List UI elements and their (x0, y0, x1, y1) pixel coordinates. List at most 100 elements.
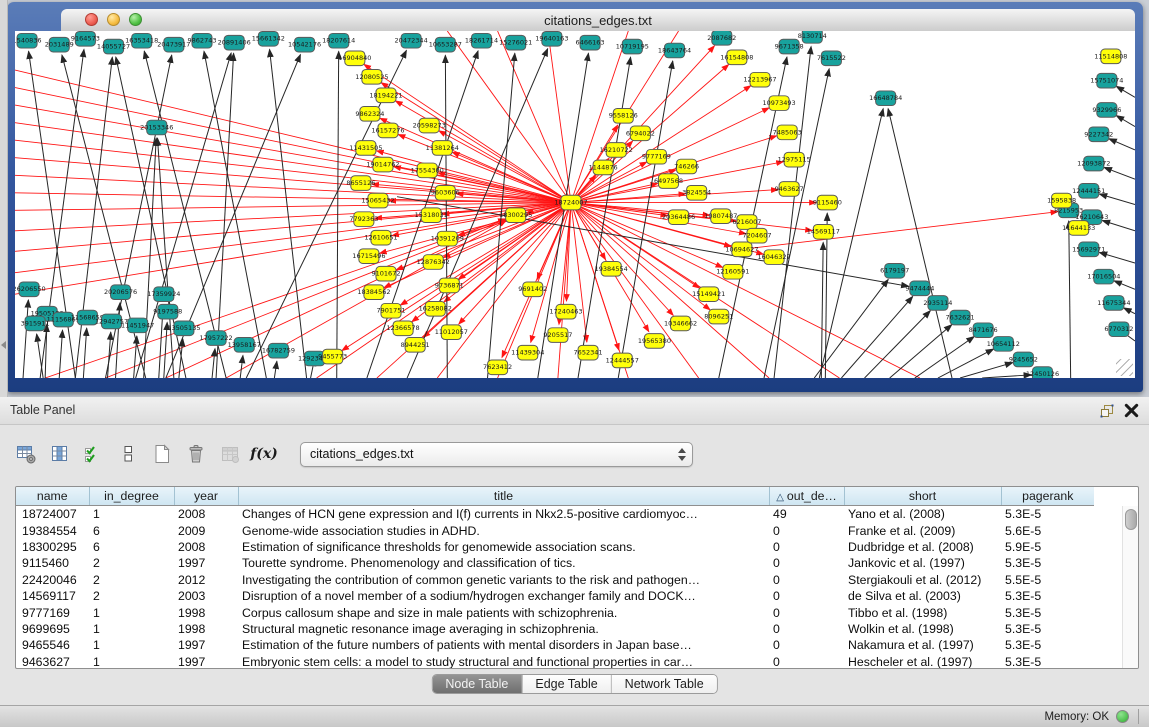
table-cell[interactable]: 1 (89, 637, 174, 653)
table-cell[interactable]: 14569117 (16, 588, 89, 604)
table-row[interactable]: 946554611997Estimation of the future num… (16, 637, 1094, 653)
table-cell[interactable]: 1 (89, 654, 174, 669)
table-cell[interactable]: Changes of HCN gene expression and I(f) … (238, 506, 769, 523)
table-cell[interactable]: 18300295 (16, 539, 89, 555)
table-cell[interactable]: Corpus callosum shape and size in male p… (238, 604, 769, 620)
table-cell[interactable]: 1 (89, 621, 174, 637)
column-header-out_de[interactable]: △out_de… (769, 487, 844, 506)
table-cell[interactable]: 9463627 (16, 654, 89, 669)
table-cell[interactable]: 1997 (174, 637, 238, 653)
row-selection-button[interactable] (114, 441, 142, 467)
table-cell[interactable]: 0 (769, 572, 844, 588)
table-cell[interactable]: Genome-wide association studies in ADHD. (238, 522, 769, 538)
table-row[interactable]: 969969511998Structural magnetic resonanc… (16, 621, 1094, 637)
table-cell[interactable]: Hescheler et al. (1997) (844, 654, 1001, 669)
table-cell[interactable]: 2008 (174, 506, 238, 523)
table-cell[interactable]: 1998 (174, 621, 238, 637)
table-cell[interactable]: 0 (769, 588, 844, 604)
table-cell[interactable]: 2 (89, 572, 174, 588)
network-window[interactable]: citations_edges.txt 15408362031489916457… (7, 2, 1143, 392)
table-row[interactable]: 1830029562008Estimation of significance … (16, 539, 1094, 555)
panel-divider[interactable] (0, 0, 8, 397)
table-select-dropdown[interactable]: citations_edges.txt (300, 442, 693, 467)
table-cell[interactable]: 2012 (174, 572, 238, 588)
table-row[interactable]: 1938455462009Genome-wide association stu… (16, 522, 1094, 538)
table-row[interactable]: 911546021997Tourette syndrome. Phenomeno… (16, 555, 1094, 571)
table-cell[interactable]: 0 (769, 654, 844, 669)
table-cell[interactable]: 5.3E-5 (1001, 604, 1094, 620)
table-cell[interactable]: 0 (769, 522, 844, 538)
delete-column-button[interactable] (182, 441, 210, 467)
table-cell[interactable]: Investigating the contribution of common… (238, 572, 769, 588)
table-row[interactable]: 1456911722003Disruption of a novel membe… (16, 588, 1094, 604)
table-cell[interactable]: 5.3E-5 (1001, 637, 1094, 653)
table-cell[interactable]: 2009 (174, 522, 238, 538)
table-cell[interactable]: 2003 (174, 588, 238, 604)
table-cell[interactable]: 1997 (174, 555, 238, 571)
table-cell[interactable]: 9115460 (16, 555, 89, 571)
table-cell[interactable]: 5.3E-5 (1001, 588, 1094, 604)
table-cell[interactable]: 1998 (174, 604, 238, 620)
table-cell[interactable]: Dudbridge et al. (2008) (844, 539, 1001, 555)
table-cell[interactable]: 5.5E-5 (1001, 572, 1094, 588)
table-row[interactable]: 2242004622012Investigating the contribut… (16, 572, 1094, 588)
table-cell[interactable]: 0 (769, 637, 844, 653)
table-row[interactable]: 946362711997Embryonic stem cells: a mode… (16, 654, 1094, 669)
table-cell[interactable]: 1 (89, 604, 174, 620)
column-settings-button[interactable] (12, 441, 40, 467)
function-builder-button[interactable]: f(x) (250, 441, 278, 467)
column-visibility-button[interactable] (46, 441, 74, 467)
network-graph[interactable]: 1540836203148991645731405572716353418204… (15, 31, 1135, 378)
column-header-short[interactable]: short (844, 487, 1001, 506)
tab-network-table[interactable]: Network Table (611, 675, 717, 693)
table-cell[interactable]: 9465546 (16, 637, 89, 653)
table-cell[interactable]: 1 (89, 506, 174, 523)
table-cell[interactable]: Wolkin et al. (1998) (844, 621, 1001, 637)
table-cell[interactable]: 1997 (174, 654, 238, 669)
table-cell[interactable]: Yano et al. (2008) (844, 506, 1001, 523)
table-cell[interactable]: 9777169 (16, 604, 89, 620)
memory-status-indicator[interactable] (1116, 710, 1129, 723)
table-cell[interactable]: Tibbo et al. (1998) (844, 604, 1001, 620)
table-cell[interactable]: 22420046 (16, 572, 89, 588)
table-cell[interactable]: 5.9E-5 (1001, 539, 1094, 555)
table-cell[interactable]: Embryonic stem cells: a model to study s… (238, 654, 769, 669)
table-cell[interactable]: 9699695 (16, 621, 89, 637)
network-canvas[interactable]: 1540836203148991645731405572716353418204… (15, 31, 1135, 378)
column-header-name[interactable]: name (16, 487, 89, 506)
table-scrollbar[interactable] (1122, 506, 1138, 668)
table-row[interactable]: 1872400712008Changes of HCN gene express… (16, 506, 1094, 523)
table-cell[interactable]: 6 (89, 539, 174, 555)
table-cell[interactable]: Jankovic et al. (1997) (844, 555, 1001, 571)
table-row[interactable]: 977716911998Corpus callosum shape and si… (16, 604, 1094, 620)
import-table-button[interactable] (216, 441, 244, 467)
collapse-panel-icon[interactable] (1, 341, 6, 349)
table-cell[interactable]: de Silva et al. (2003) (844, 588, 1001, 604)
column-header-pagerank[interactable]: pagerank (1001, 487, 1094, 506)
table-cell[interactable]: Structural magnetic resonance image aver… (238, 621, 769, 637)
table-cell[interactable]: 0 (769, 539, 844, 555)
table-cell[interactable]: 2008 (174, 539, 238, 555)
table-cell[interactable]: 5.3E-5 (1001, 621, 1094, 637)
column-header-year[interactable]: year (174, 487, 238, 506)
table-cell[interactable]: Estimation of the future numbers of pati… (238, 637, 769, 653)
table-cell[interactable]: 0 (769, 621, 844, 637)
table-cell[interactable]: 0 (769, 604, 844, 620)
column-header-in_degree[interactable]: in_degree (89, 487, 174, 506)
table-cell[interactable]: 49 (769, 506, 844, 523)
table-cell[interactable]: Disruption of a novel member of a sodium… (238, 588, 769, 604)
table-cell[interactable]: 0 (769, 555, 844, 571)
select-all-checks-button[interactable] (80, 441, 108, 467)
table-cell[interactable]: Estimation of significance thresholds fo… (238, 539, 769, 555)
table-cell[interactable]: 5.3E-5 (1001, 506, 1094, 523)
table-cell[interactable]: Nakamura et al. (1997) (844, 637, 1001, 653)
float-panel-button[interactable] (1099, 403, 1115, 419)
table-cell[interactable]: Stergiakouli et al. (2012) (844, 572, 1001, 588)
table-scrollbar-thumb[interactable] (1125, 509, 1137, 530)
table-cell[interactable]: 5.6E-5 (1001, 522, 1094, 538)
create-table-button[interactable] (148, 441, 176, 467)
table-cell[interactable]: 5.3E-5 (1001, 555, 1094, 571)
table-cell[interactable]: 2 (89, 555, 174, 571)
close-panel-button[interactable] (1124, 403, 1139, 418)
table-cell[interactable]: Franke et al. (2009) (844, 522, 1001, 538)
